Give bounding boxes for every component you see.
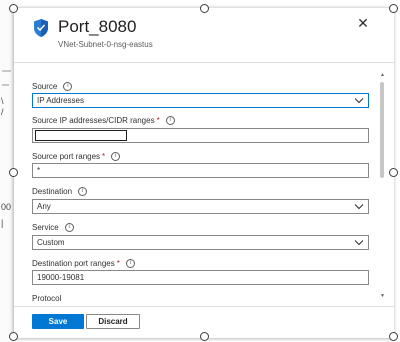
footer-divider — [14, 306, 394, 307]
chevron-down-icon — [354, 238, 364, 247]
destination-label: Destination i — [32, 187, 88, 197]
redacted-ip-box — [35, 130, 127, 141]
shield-icon — [32, 18, 50, 38]
background-text: \ — [1, 96, 4, 106]
resize-handle-bottom-right[interactable] — [389, 332, 398, 341]
resize-handle-top-right[interactable] — [389, 4, 398, 13]
scroll-up-icon[interactable]: ▲ — [380, 72, 385, 78]
source-select-value: IP Addresses — [37, 96, 84, 105]
protocol-label: Protocol — [32, 294, 61, 303]
resize-handle-bottom[interactable] — [200, 332, 209, 341]
resize-handle-left[interactable] — [9, 168, 18, 177]
required-marker: * — [156, 116, 160, 125]
destination-select-value: Any — [37, 202, 51, 211]
source-ip-label: Source IP addresses/CIDR ranges * i — [32, 116, 175, 126]
background-divider — [2, 70, 11, 72]
panel-subtitle: VNet-Subnet-0-nsg-eastus — [58, 40, 153, 49]
source-port-input[interactable]: * — [32, 163, 369, 178]
source-label-text: Source — [32, 82, 58, 91]
info-icon[interactable]: i — [78, 187, 88, 197]
dest-port-label: Destination port ranges * i — [32, 259, 135, 269]
info-icon[interactable]: i — [63, 82, 73, 92]
chevron-down-icon — [354, 202, 364, 211]
background-text: 00 — [1, 202, 12, 212]
background-divider — [2, 84, 9, 86]
service-label: Service i — [32, 223, 74, 233]
scrollbar-thumb[interactable] — [380, 82, 384, 178]
required-marker: * — [102, 152, 106, 161]
service-label-text: Service — [32, 223, 59, 232]
service-select-value: Custom — [37, 238, 65, 247]
scroll-down-icon[interactable]: ▼ — [380, 293, 385, 299]
chevron-down-icon — [354, 96, 364, 105]
required-marker: * — [116, 259, 120, 268]
source-ip-label-text: Source IP addresses/CIDR ranges — [32, 116, 155, 125]
resize-handle-top-left[interactable] — [9, 4, 18, 13]
resize-handle-right[interactable] — [389, 168, 398, 177]
destination-label-text: Destination — [32, 187, 73, 196]
panel-header: Port_8080 VNet-Subnet-0-nsg-eastus ✕ — [14, 8, 394, 54]
dest-port-label-text: Destination port ranges — [32, 259, 115, 268]
service-select[interactable]: Custom — [32, 235, 369, 250]
panel-title: Port_8080 — [58, 17, 137, 36]
background-text: | — [1, 218, 4, 228]
info-icon[interactable]: i — [111, 152, 121, 162]
info-icon[interactable]: i — [64, 223, 74, 233]
discard-button[interactable]: Discard — [86, 314, 140, 329]
save-button[interactable]: Save — [32, 314, 84, 329]
header-divider — [14, 62, 394, 63]
background-text: / — [1, 107, 4, 117]
resize-handle-bottom-left[interactable] — [9, 332, 18, 341]
source-port-value: * — [37, 166, 41, 175]
source-ip-input[interactable] — [32, 128, 369, 143]
source-select[interactable]: IP Addresses — [32, 93, 369, 108]
close-icon[interactable]: ✕ — [356, 16, 370, 30]
edit-rule-panel: Port_8080 VNet-Subnet-0-nsg-eastus ✕ Sou… — [14, 8, 394, 338]
source-port-label: Source port ranges * i — [32, 152, 121, 162]
dest-port-value: 19000-19081 — [37, 273, 85, 282]
destination-select[interactable]: Any — [32, 199, 369, 214]
resize-handle-top[interactable] — [200, 4, 209, 13]
info-icon[interactable]: i — [125, 259, 135, 269]
protocol-label-text: Protocol — [32, 294, 62, 303]
source-port-label-text: Source port ranges — [32, 152, 101, 161]
dest-port-input[interactable]: 19000-19081 — [32, 270, 369, 285]
source-label: Source i — [32, 82, 73, 92]
info-icon[interactable]: i — [165, 116, 175, 126]
